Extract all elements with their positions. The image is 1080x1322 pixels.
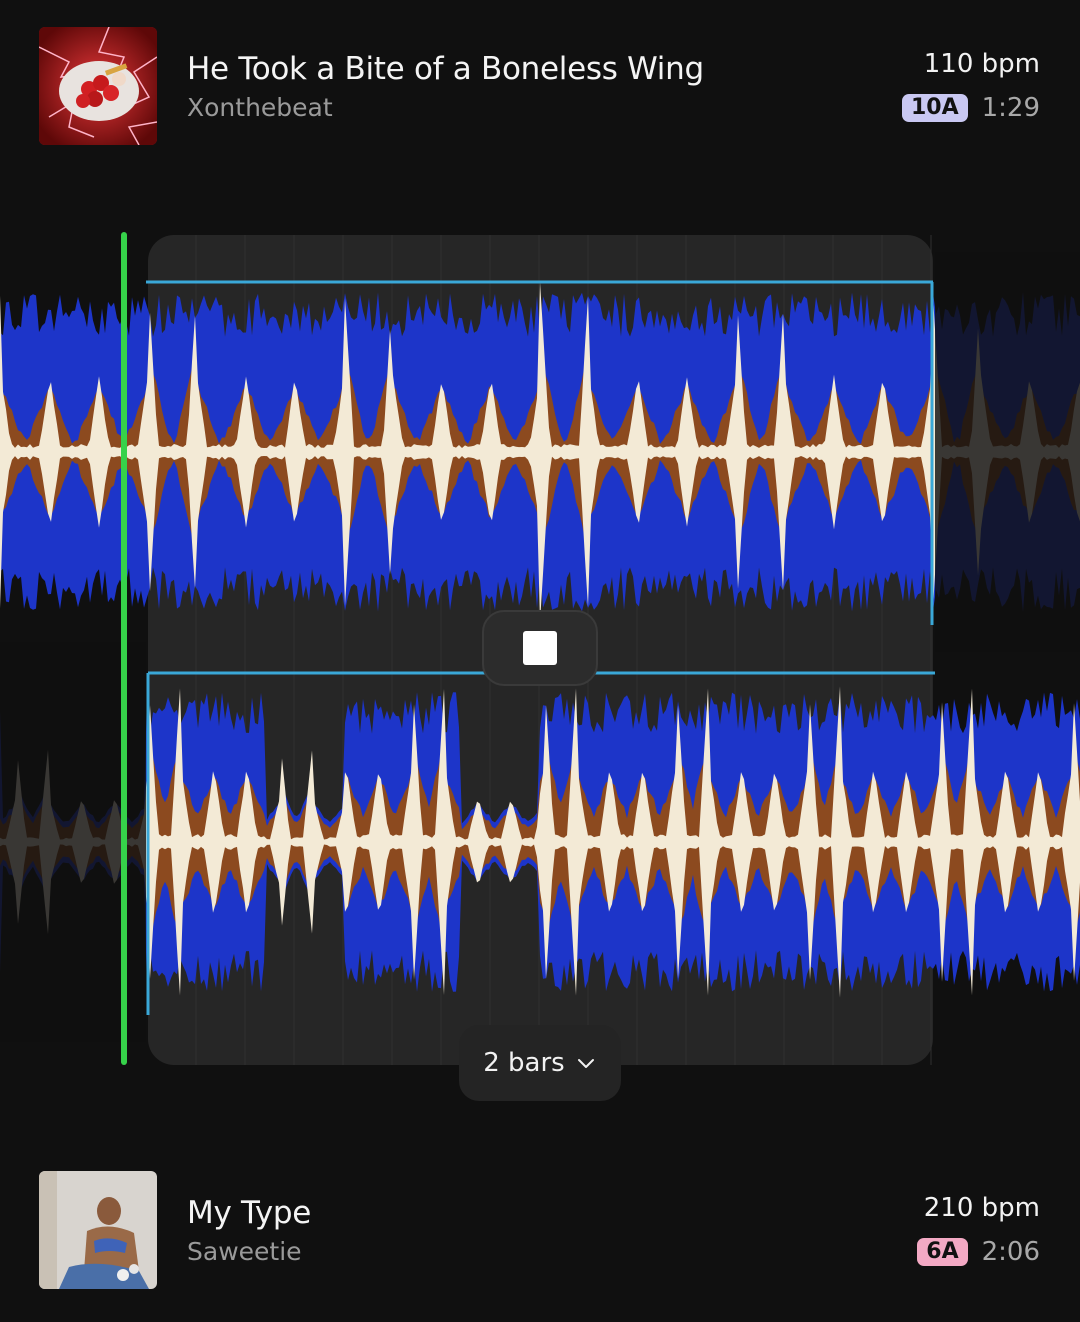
stop-icon — [523, 631, 557, 665]
stop-button[interactable] — [482, 610, 598, 686]
waveform-editor[interactable]: 2 bars — [0, 230, 1080, 1110]
chevron-down-icon — [577, 1059, 594, 1068]
album-art — [39, 27, 157, 145]
deck-b-track-info: My Type Saweetie 210 bpm 6A 2:06 — [0, 1171, 1080, 1291]
track-bpm: 210 bpm — [923, 1193, 1040, 1223]
track-duration: 2:06 — [981, 1237, 1040, 1267]
key-badge: 10A — [901, 94, 968, 122]
album-art-chicken-wings-icon — [39, 27, 157, 145]
track-bpm: 110 bpm — [923, 49, 1040, 79]
album-art — [39, 1171, 157, 1289]
track-key-duration: 6A 2:06 — [917, 1237, 1040, 1267]
loop-length-label: 2 bars — [483, 1048, 565, 1078]
track-title: My Type — [187, 1195, 312, 1231]
loop-length-selector[interactable]: 2 bars — [459, 1025, 621, 1101]
track-artist: Xonthebeat — [187, 93, 333, 122]
track-title: He Took a Bite of a Boneless Wing — [187, 51, 704, 87]
key-badge: 6A — [917, 1238, 968, 1266]
album-art-icy-icon — [39, 1171, 157, 1289]
track-key-duration: 10A 1:29 — [901, 93, 1040, 123]
track-artist: Saweetie — [187, 1237, 302, 1266]
deck-a-track-info: He Took a Bite of a Boneless Wing Xonthe… — [0, 27, 1080, 147]
track-duration: 1:29 — [981, 93, 1040, 123]
